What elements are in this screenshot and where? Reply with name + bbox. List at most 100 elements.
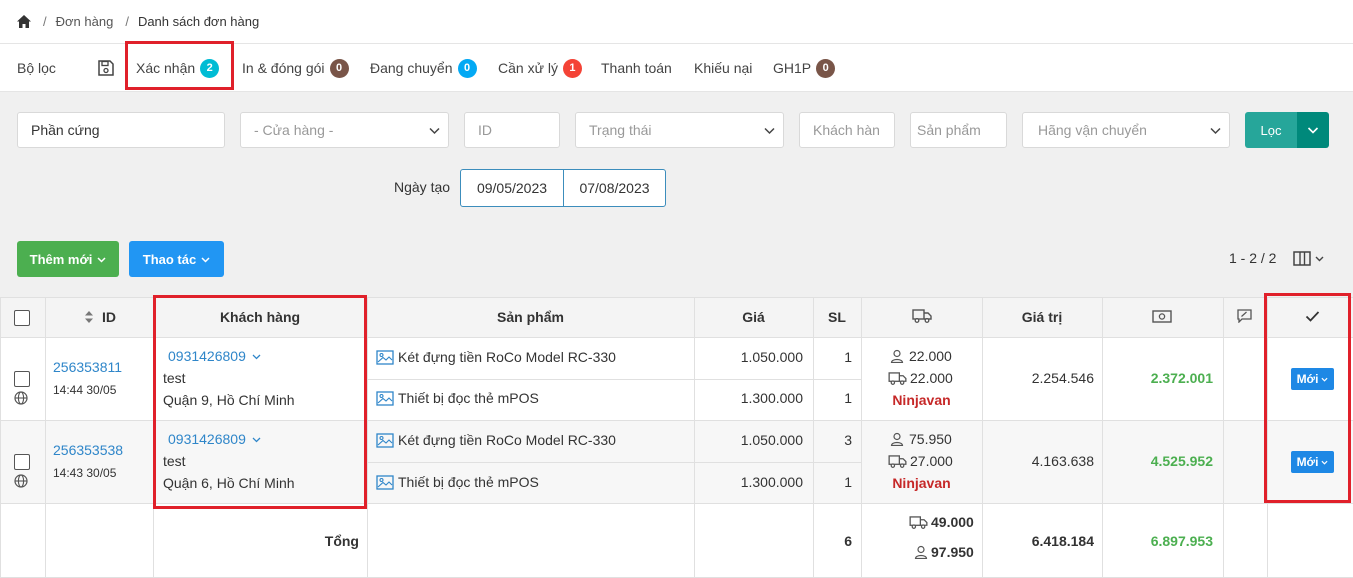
breadcrumb-separator: / — [125, 14, 129, 29]
carrier-select[interactable]: Hãng vận chuyển — [1022, 112, 1230, 148]
status-label: Mới — [1296, 455, 1319, 469]
customer-input[interactable]: Khách hàn — [799, 112, 895, 148]
globe-icon — [14, 474, 28, 488]
product-item[interactable]: Thiết bị đọc thẻ mPOS — [376, 474, 539, 490]
header-customer-label: Khách hàng — [219, 309, 301, 325]
select-all-checkbox[interactable] — [14, 310, 30, 326]
customer-phone[interactable]: 0931426809 — [168, 348, 261, 364]
home-icon[interactable] — [17, 15, 31, 28]
filter-dropdown-toggle[interactable] — [1297, 112, 1329, 148]
total-value: 6.418.184 — [1031, 533, 1094, 549]
tab-filter[interactable]: Bộ lọc — [17, 44, 56, 92]
operations-button[interactable]: Thao tác — [129, 241, 224, 277]
product-name: Két đựng tiền RoCo Model RC-330 — [398, 432, 616, 448]
total-customer-value: 97.950 — [931, 544, 974, 560]
chevron-down-icon — [429, 125, 440, 136]
product-item[interactable]: Thiết bị đọc thẻ mPOS — [376, 390, 539, 406]
product-input[interactable]: Sản phẩm — [910, 112, 1007, 148]
tab-shipping[interactable]: Đang chuyển 0 — [370, 44, 477, 92]
filter-button[interactable]: Lọc — [1245, 112, 1297, 148]
add-new-button[interactable]: Thêm mới — [17, 241, 119, 277]
cash-icon — [1152, 310, 1172, 323]
column-toggle-button[interactable] — [1293, 251, 1324, 266]
product-item[interactable]: Két đựng tiền RoCo Model RC-330 — [376, 432, 616, 448]
person-icon — [914, 545, 928, 559]
shipping-fee: 27.000 — [888, 453, 953, 469]
header-qty-label: SL — [828, 309, 846, 325]
tab-payment[interactable]: Thanh toán — [601, 44, 672, 92]
total-shipping-value: 49.000 — [931, 514, 974, 530]
status-button[interactable]: Mới — [1291, 368, 1334, 390]
image-icon — [376, 474, 394, 490]
id-input-placeholder: ID — [478, 122, 492, 138]
customer-address: Quận 9, Hồ Chí Minh — [163, 392, 295, 408]
tab-filter-label: Bộ lọc — [17, 60, 56, 76]
status-button[interactable]: Mới — [1291, 451, 1334, 473]
product-price: 1.050.000 — [740, 349, 803, 365]
store-select[interactable]: - Cửa hàng - — [240, 112, 449, 148]
order-id-link[interactable]: 256353538 — [53, 442, 123, 458]
status-select-value: Trạng thái — [589, 122, 652, 138]
total-shipping-fee: 49.000 — [909, 514, 974, 530]
carrier-name: Ninjavan — [892, 475, 951, 491]
product-qty: 1 — [844, 474, 852, 490]
tab-needs-handling[interactable]: Cần xử lý 1 — [498, 44, 582, 92]
image-icon — [376, 432, 394, 448]
product-price: 1.300.000 — [740, 390, 803, 406]
category-input[interactable]: Phần cứng — [17, 112, 225, 148]
id-sort-control[interactable]: ID — [85, 309, 116, 325]
chevron-down-icon — [97, 255, 106, 264]
person-icon — [890, 432, 904, 446]
sort-icon — [85, 311, 93, 323]
comment-icon — [1237, 309, 1252, 323]
customer-phone-value: 0931426809 — [168, 431, 246, 447]
operations-label: Thao tác — [142, 251, 197, 267]
pagination-info: 1 - 2 / 2 — [1229, 250, 1277, 266]
breadcrumb-orders[interactable]: Đơn hàng — [56, 14, 114, 29]
product-name: Két đựng tiền RoCo Model RC-330 — [398, 349, 616, 365]
truck-icon — [912, 309, 932, 323]
chevron-down-icon — [1321, 459, 1328, 466]
date-from-input[interactable]: 09/05/2023 — [460, 169, 564, 207]
truck-icon — [888, 371, 907, 385]
tab-print-pack-badge: 0 — [329, 58, 349, 78]
order-id-link[interactable]: 256353811 — [53, 359, 122, 375]
order-time: 14:43 30/05 — [53, 466, 117, 480]
customer-fee: 75.950 — [890, 431, 952, 447]
product-name: Thiết bị đọc thẻ mPOS — [398, 390, 539, 406]
shipping-fee-value: 27.000 — [910, 453, 953, 469]
header-product-label: Sản phẩm — [497, 309, 564, 325]
carrier-name: Ninjavan — [892, 392, 951, 408]
save-filter-button[interactable] — [97, 44, 115, 92]
status-label: Mới — [1296, 372, 1319, 386]
tab-gh1p-label: GH1P — [773, 60, 812, 76]
date-to-input[interactable]: 07/08/2023 — [563, 169, 666, 207]
tab-complaint[interactable]: Khiếu nại — [694, 44, 752, 92]
image-icon — [376, 349, 394, 365]
order-total: 2.372.001 — [1150, 370, 1213, 386]
truck-icon — [909, 515, 928, 529]
row-checkbox[interactable] — [14, 371, 30, 387]
tab-confirm-badge: 2 — [200, 58, 220, 78]
total-qty: 6 — [844, 533, 852, 549]
id-input[interactable]: ID — [464, 112, 560, 148]
row-checkbox[interactable] — [14, 454, 30, 470]
globe-icon — [14, 391, 28, 405]
tab-gh1p[interactable]: GH1P 0 — [773, 44, 836, 92]
customer-phone[interactable]: 0931426809 — [168, 431, 261, 447]
filter-button-label: Lọc — [1260, 122, 1282, 138]
shipping-fee: 22.000 — [888, 370, 953, 386]
date-from-value: 09/05/2023 — [476, 180, 548, 196]
tab-confirm[interactable]: Xác nhận 2 — [136, 44, 220, 92]
customer-fee-value: 22.000 — [909, 348, 952, 364]
tab-print-pack[interactable]: In & đóng gói 0 — [242, 44, 349, 92]
order-total: 4.525.952 — [1150, 453, 1213, 469]
image-icon — [376, 390, 394, 406]
status-select[interactable]: Trạng thái — [575, 112, 784, 148]
order-value: 4.163.638 — [1031, 453, 1094, 469]
breadcrumb: / Đơn hàng / Danh sách đơn hàng — [0, 0, 1353, 44]
product-price: 1.050.000 — [740, 432, 803, 448]
store-select-value: - Cửa hàng - — [254, 122, 334, 138]
total-customer-fee: 97.950 — [914, 544, 974, 560]
product-item[interactable]: Két đựng tiền RoCo Model RC-330 — [376, 349, 616, 365]
